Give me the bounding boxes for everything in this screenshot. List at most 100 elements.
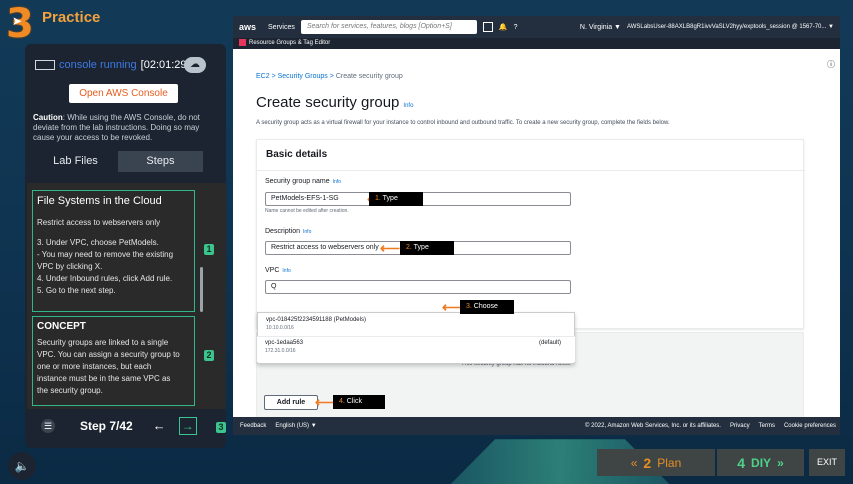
feedback-link[interactable]: Feedback — [240, 423, 266, 429]
callout-4: 4. Click — [333, 395, 385, 409]
cookie-preferences-link[interactable]: Cookie preferences — [784, 423, 836, 429]
help-icon[interactable]: ? — [514, 24, 518, 31]
page-title-text: Create security group — [256, 94, 400, 111]
services-menu[interactable]: Services — [268, 24, 295, 31]
breadcrumb-current: Create security group — [335, 73, 403, 80]
speaker-icon[interactable]: 🔈 — [8, 452, 36, 480]
concept-line: VPC. You can assign a security group to — [37, 350, 180, 359]
basic-details-panel: Basic details — [256, 139, 805, 329]
double-left-arrow-icon: « — [630, 455, 638, 470]
description-label: Description Info — [265, 228, 312, 235]
console-icon — [35, 60, 55, 70]
concept-title: CONCEPT — [37, 321, 86, 332]
marker-3-badge: 3 — [216, 422, 226, 433]
previous-step-button[interactable]: ← — [153, 418, 166, 433]
step-line: 4. Under Inbound rules, click Add rule. — [37, 274, 173, 283]
breadcrumb-ec2[interactable]: EC2 — [256, 73, 270, 80]
step-line: 3. Under VPC, choose PetModels. — [37, 238, 159, 247]
add-rule-button[interactable]: Add rule — [264, 395, 318, 410]
sg-name-hint: Name cannot be edited after creation. — [265, 208, 349, 214]
plan-label: Plan — [657, 455, 682, 470]
menu-icon[interactable]: ☰ — [41, 418, 55, 433]
info-link[interactable]: Info — [333, 179, 341, 185]
account-menu[interactable]: AWSLabsUser-88AXLB8gR1ivvVaSLV2hyy/expto… — [627, 24, 834, 30]
aws-search-input[interactable]: Search for services, features, blogs [Op… — [300, 20, 477, 34]
concept-line: Security groups are linked to a single — [37, 338, 169, 347]
copyright-text: © 2022, Amazon Web Services, Inc. or its… — [585, 423, 721, 429]
breadcrumb-separator: > — [271, 73, 276, 80]
breadcrumb-security-groups[interactable]: Security Groups — [278, 73, 328, 80]
breadcrumb-separator: > — [329, 73, 334, 80]
language-selector[interactable]: English (US) ▼ — [275, 423, 316, 429]
tab-lab-files[interactable]: Lab Files — [33, 151, 118, 172]
callout-arrow-icon: ⟵ — [315, 394, 336, 410]
info-link[interactable]: Info — [403, 103, 413, 109]
vpc-option-label: vpc-018425f2234591188 (PetModels) — [266, 317, 366, 323]
caution-label: Caution — [33, 113, 63, 122]
vpc-label: VPC Info — [265, 267, 291, 274]
info-link[interactable]: Info — [303, 229, 311, 235]
aws-logo[interactable]: aws — [239, 22, 256, 32]
callout-arrow-icon: ⟵ — [442, 299, 463, 315]
cloud-upload-icon[interactable]: ☁ — [184, 57, 206, 73]
step-line: - You may need to remove the existing — [37, 250, 174, 259]
favorites-bar: Resource Groups & Tag Editor — [233, 38, 840, 49]
sg-name-label: Security group name Info — [265, 178, 341, 185]
bell-icon[interactable]: 🔔 — [499, 23, 508, 31]
console-timer: [02:01:29] — [140, 59, 190, 71]
breadcrumb: EC2 > Security Groups > Create security … — [256, 73, 403, 80]
plan-number: 2 — [643, 454, 652, 471]
aws-console-window: aws Services Search for services, featur… — [233, 16, 840, 435]
vpc-default-badge: (default) — [539, 340, 562, 346]
vpc-option-petmodels[interactable]: vpc-018425f2234591188 (PetModels) 10.10.… — [266, 317, 366, 331]
diy-button[interactable]: 4 DIY » — [717, 449, 804, 476]
vpc-option-cidr: 10.10.0.0/16 — [266, 325, 294, 331]
privacy-link[interactable]: Privacy — [730, 423, 750, 429]
steps-scrollbar[interactable] — [200, 267, 203, 312]
step-navigation: ☰ Step 7/42 ← → — [27, 412, 226, 439]
callout-3: 3. Choose — [460, 300, 514, 314]
double-right-arrow-icon: » — [777, 455, 784, 470]
console-status-text: console running — [59, 59, 137, 71]
info-link[interactable]: Info — [282, 268, 290, 274]
vpc-option-default[interactable]: vpc-1edaa563 172.31.0.0/16 (default) — [257, 336, 575, 362]
step-instructions: File Systems in the Cloud Restrict acces… — [32, 190, 195, 312]
page-description: A security group acts as a virtual firew… — [256, 120, 670, 126]
marker-2-badge: 2 — [204, 350, 214, 361]
concept-box: CONCEPT Security groups are linked to a … — [32, 316, 195, 406]
region-selector[interactable]: N. Virginia ▼ — [580, 24, 621, 31]
diy-number: 4 — [737, 454, 746, 471]
vpc-search-input[interactable]: Q — [265, 280, 571, 294]
marker-1-badge: 1 — [204, 244, 214, 255]
callout-arrow-icon: ⟵ — [380, 240, 401, 256]
info-panel-icon[interactable]: ⓘ — [827, 59, 835, 70]
app-title: Practice — [42, 9, 101, 26]
aws-footer: Feedback English (US) ▼ © 2022, Amazon W… — [233, 417, 840, 435]
resource-groups-link[interactable]: Resource Groups & Tag Editor — [249, 40, 330, 46]
concept-line: one or more instances, but each — [37, 362, 152, 371]
aws-topbar: aws Services Search for services, featur… — [233, 16, 840, 38]
concept-line: the security group. — [37, 386, 103, 395]
caution-text: Caution: While using the AWS Console, do… — [33, 113, 219, 143]
diy-label: DIY — [751, 455, 772, 470]
step-counter: Step 7/42 — [80, 418, 133, 433]
callout-1: 1. Type — [369, 192, 423, 206]
vpc-option-cidr: 172.31.0.0/16 — [265, 348, 296, 354]
cloudshell-icon[interactable] — [482, 22, 493, 32]
step-title: File Systems in the Cloud — [37, 195, 162, 207]
vpc-option-label: vpc-1edaa563 — [265, 340, 304, 346]
page-title: Create security group Info — [256, 94, 413, 111]
next-step-button[interactable]: → — [178, 416, 197, 435]
vpc-option-text: vpc-1edaa563 172.31.0.0/16 — [265, 340, 303, 354]
resource-groups-icon — [239, 38, 246, 46]
plan-button[interactable]: « 2 Plan — [597, 449, 715, 476]
concept-line: instance must be in the same VPC as — [37, 374, 171, 383]
callout-2: 2. Type — [400, 241, 454, 255]
exit-button[interactable]: EXIT — [809, 449, 845, 476]
step-line: Restrict access to webservers only — [37, 218, 161, 227]
open-aws-console-button[interactable]: Open AWS Console — [69, 84, 178, 103]
mouse-cursor-icon: ➤ — [12, 14, 23, 28]
tab-steps[interactable]: Steps — [118, 151, 203, 172]
panel-title: Basic details — [266, 149, 328, 160]
terms-link[interactable]: Terms — [759, 423, 775, 429]
